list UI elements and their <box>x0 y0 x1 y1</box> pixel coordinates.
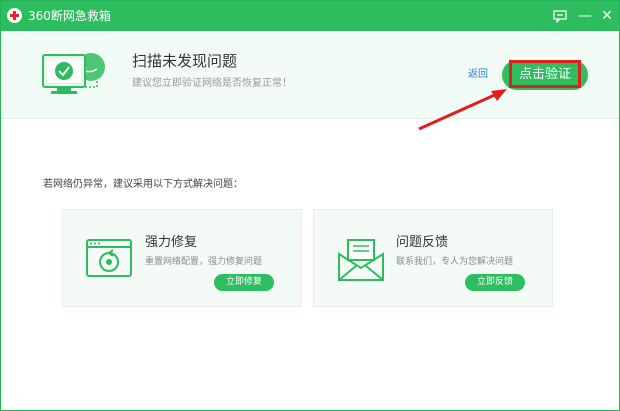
feedback-card: 问题反馈 联系我们，专人为您解决问题 立即反馈 <box>313 209 553 307</box>
repair-card: 强力修复 重置网络配置，强力修复问题 立即修复 <box>62 209 302 307</box>
feedback-card-title: 问题反馈 <box>396 235 449 250</box>
close-button[interactable]: ✕ <box>597 6 617 26</box>
minimize-button[interactable]: — <box>575 6 595 26</box>
result-header: 扫描未发现问题 建议您立即验证网络是否恢复正常！ 返回 点击验证 <box>1 31 619 119</box>
feedback-card-desc: 联系我们，专人为您解决问题 <box>396 257 514 267</box>
annotation-arrow-icon <box>418 89 507 131</box>
window-title: 360断网急救箱 <box>28 9 111 23</box>
monitor-check-icon <box>42 53 105 94</box>
repair-monitor-icon <box>86 239 132 277</box>
back-link[interactable]: 返回 <box>468 68 488 82</box>
repair-now-button[interactable]: 立即修复 <box>214 274 274 291</box>
title-bar: 360断网急救箱 — ✕ <box>1 1 619 31</box>
result-subtitle: 建议您立即验证网络是否恢复正常！ <box>132 78 292 89</box>
message-icon <box>553 10 567 24</box>
repair-card-desc: 重置网络配置，强力修复问题 <box>145 257 263 267</box>
app-logo-icon <box>7 8 22 23</box>
result-title: 扫描未发现问题 <box>132 52 238 70</box>
suggestion-hint: 若网络仍异常，建议采用以下方式解决问题： <box>43 179 243 190</box>
repair-card-title: 强力修复 <box>145 235 198 250</box>
app-window: 360断网急救箱 — ✕ 扫描未发现问题 建议您立即验证网络是否恢复正常！ 返回… <box>0 0 620 411</box>
message-button[interactable] <box>550 6 570 26</box>
feedback-now-button[interactable]: 立即反馈 <box>465 274 525 291</box>
envelope-icon <box>338 239 384 281</box>
